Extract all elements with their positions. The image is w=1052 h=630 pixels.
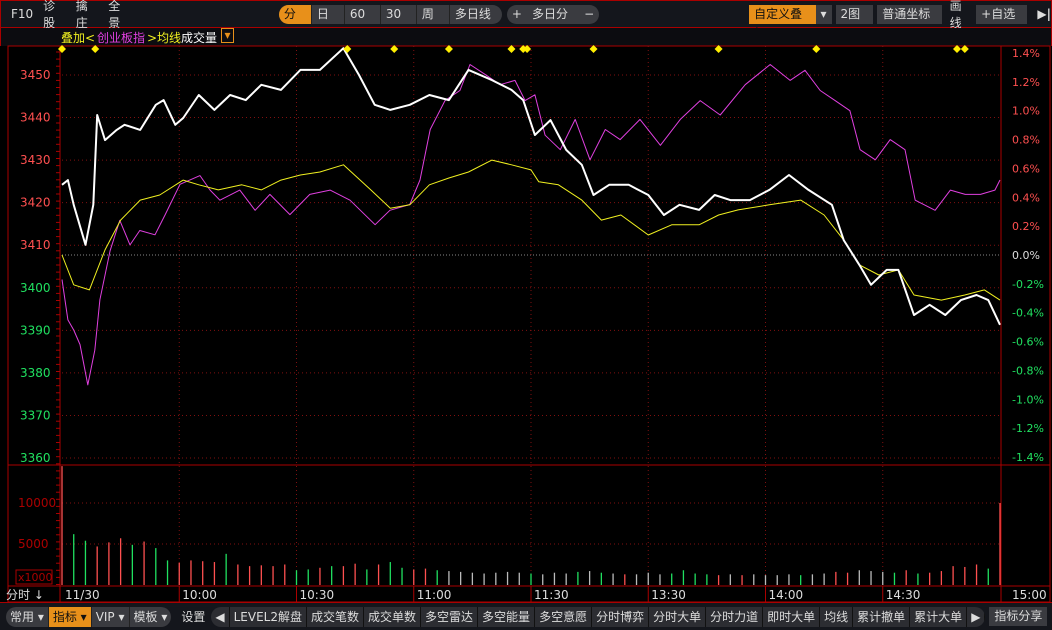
percent-tick-label: -0.4%: [1012, 307, 1044, 320]
time-tick-label: 14:30: [886, 588, 921, 602]
time-tick-label: 10:30: [300, 588, 335, 602]
chart-frame: [7, 45, 1051, 602]
indicator-tabs: ◀ LEVEL2解盘 成交笔数 成交单数 多空雷达 多空能量 多空意愿 分时博弈 分时大单 分时力…: [211, 606, 986, 627]
percent-tick-label: -1.2%: [1012, 422, 1044, 435]
indicator-groups: 常用 ▾ 指标 ▾ VIP ▾ 模板 ▾: [6, 606, 172, 627]
group-vip[interactable]: VIP ▾: [92, 606, 130, 627]
percent-tick-label: -0.6%: [1012, 336, 1044, 349]
percent-tick-label: 1.2%: [1012, 76, 1040, 89]
time-tick-label: 11:00: [417, 588, 452, 602]
group-indicators[interactable]: 指标 ▾: [48, 606, 92, 627]
percent-tick-label: 0.6%: [1012, 162, 1040, 175]
percent-tick-label: 0.4%: [1012, 191, 1040, 204]
indicator-tab[interactable]: 分时博弈: [592, 606, 650, 627]
bottom-toolbar: 常用 ▾ 指标 ▾ VIP ▾ 模板 ▾ 设置 ◀ LEVEL2解盘 成交笔数 成交单…: [0, 602, 1052, 630]
percent-tick-label: 0.2%: [1012, 220, 1040, 233]
indicator-tab[interactable]: LEVEL2解盘: [230, 606, 307, 627]
indicator-tab[interactable]: 即时大单: [763, 606, 821, 627]
intraday-chart[interactable]: 3450 3440 3430 3420 3410 3400 3390 3380 3370 3360…: [0, 0, 1052, 602]
indicator-tab[interactable]: ◀: [211, 606, 230, 627]
time-tick-label: 11/30: [65, 588, 100, 602]
indicator-tab[interactable]: 多空雷达: [421, 606, 479, 627]
price-tick-label: 3450: [20, 68, 51, 82]
percent-tick-label: -0.8%: [1012, 364, 1044, 377]
time-tick-label: 11:30: [534, 588, 569, 602]
percent-tick-label: -1.4%: [1012, 451, 1044, 464]
group-common[interactable]: 常用 ▾: [6, 606, 49, 627]
settings-button[interactable]: 设置: [181, 608, 205, 625]
price-tick-label: 3400: [20, 281, 51, 295]
indicator-share-button[interactable]: 指标分享: [989, 607, 1048, 626]
price-tick-label: 3380: [20, 366, 51, 380]
price-tick-label: 3440: [20, 111, 51, 125]
percent-tick-label: -1.0%: [1012, 393, 1044, 406]
percent-tick-label: 1.0%: [1012, 105, 1040, 118]
percent-tick-label: 1.4%: [1012, 47, 1040, 60]
volume-unit-label: x1000: [18, 571, 53, 584]
time-tick-label: 15:00: [1012, 588, 1047, 602]
indicator-tab[interactable]: ▶: [967, 606, 986, 627]
price-tick-label: 3410: [20, 238, 51, 252]
price-tick-label: 3430: [20, 153, 51, 167]
group-templates[interactable]: 模板 ▾: [130, 607, 172, 627]
price-tick-label: 3390: [20, 323, 51, 337]
overlay-index-line: [61, 64, 1001, 386]
volume-tick-label: 10000: [18, 496, 56, 510]
indicator-tab[interactable]: 均线: [820, 606, 854, 627]
indicator-tab[interactable]: 累计撤单: [853, 606, 911, 627]
price-tick-label: 3360: [20, 451, 51, 465]
indicator-tab[interactable]: 多空意愿: [535, 606, 593, 627]
indicator-tab[interactable]: 成交笔数: [307, 606, 365, 627]
price-tick-label: 3370: [20, 408, 51, 422]
time-tick-label: 14:00: [769, 588, 804, 602]
time-tick-label: 10:00: [182, 588, 217, 602]
percent-tick-label: 0.0%: [1012, 249, 1040, 262]
indicator-tab[interactable]: 累计大单: [910, 606, 968, 627]
indicator-tab[interactable]: 成交单数: [364, 606, 422, 627]
indicator-tab[interactable]: 多空能量: [478, 606, 536, 627]
time-tick-label: 13:30: [651, 588, 686, 602]
percent-tick-label: -0.2%: [1012, 278, 1044, 291]
price-tick-label: 3420: [20, 196, 51, 210]
time-mode-toggle[interactable]: 分时 ↓: [6, 586, 44, 603]
indicator-tab[interactable]: 分时力道: [706, 606, 764, 627]
percent-tick-label: 0.8%: [1012, 134, 1040, 147]
indicator-tab[interactable]: 分时大单: [649, 606, 707, 627]
volume-tick-label: 5000: [18, 537, 49, 551]
